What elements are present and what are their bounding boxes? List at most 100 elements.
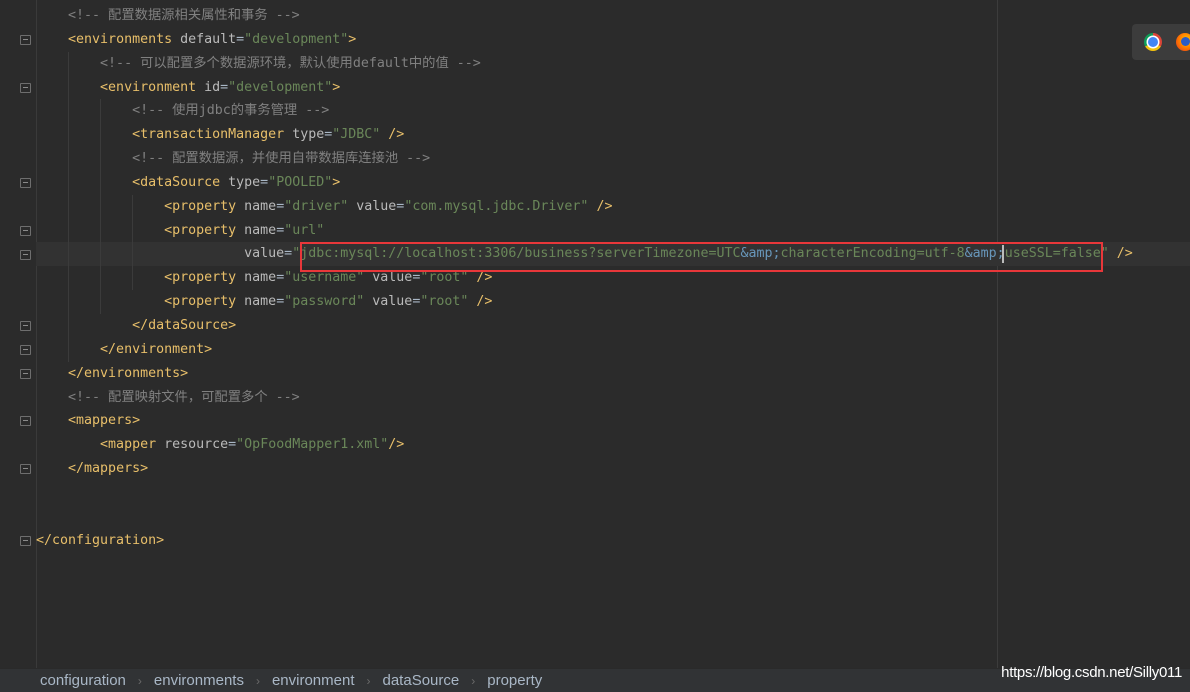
code-line[interactable] [36,505,1190,529]
code-token: <mapper [100,437,157,453]
open-in-browser-popup [1132,24,1190,60]
code-token: type [220,174,261,190]
code-line[interactable]: <!-- 配置数据源，并使用自带数据库连接池 --> [36,147,1190,171]
code-token: "root" [420,294,469,310]
code-token: "driver" [284,198,349,214]
code-token: <dataSource [132,174,221,190]
code-token: <property [164,198,237,214]
code-token: type [284,127,325,143]
fold-toggle-icon[interactable] [20,321,31,332]
fold-toggle-icon[interactable] [20,225,31,236]
code-line[interactable]: <transactionManager type="JDBC" /> [36,123,1190,147]
code-token: "JDBC" [332,127,381,143]
code-token: value [364,270,413,286]
code-token: <!-- 配置映射文件，可配置多个 --> [68,389,300,405]
fold-toggle-icon[interactable] [20,464,31,475]
code-token: <transactionManager [132,127,285,143]
highlight-annotation-box [300,242,1103,272]
code-token: = [276,222,285,238]
code-line[interactable]: <!-- 使用jdbc的事务管理 --> [36,99,1190,123]
fold-toggle-icon[interactable] [20,82,31,93]
editor-gutter [0,0,36,668]
code-token: "root" [420,270,469,286]
code-token: "development" [228,79,333,95]
code-line[interactable]: <!-- 配置映射文件，可配置多个 --> [36,386,1190,410]
breadcrumb-item-environments[interactable]: environments [154,672,244,689]
code-line[interactable]: <property name="url" [36,219,1190,243]
code-token: <property [164,270,237,286]
code-token: > [332,79,341,95]
code-token: </mappers> [68,461,149,477]
fold-toggle-icon[interactable] [20,34,31,45]
code-token: > [348,31,357,47]
code-line[interactable]: <!-- 配置数据源相关属性和事务 --> [36,4,1190,28]
code-line[interactable]: </environments> [36,362,1190,386]
code-token: value [348,198,397,214]
code-line[interactable]: </dataSource> [36,314,1190,338]
code-token: "url" [284,222,325,238]
fold-toggle-icon[interactable] [20,416,31,427]
code-token: /> [1108,246,1133,262]
chevron-right-icon: › [137,673,142,688]
fold-toggle-icon[interactable] [20,368,31,379]
code-token: = [236,31,245,47]
code-token: </dataSource> [132,317,237,333]
chevron-right-icon: › [255,673,260,688]
code-token: value [364,294,413,310]
code-token: = [276,270,285,286]
code-token: /> [388,437,405,453]
code-line[interactable]: <dataSource type="POOLED"> [36,171,1190,195]
code-line[interactable]: <mapper resource="OpFoodMapper1.xml"/> [36,433,1190,457]
fold-toggle-icon[interactable] [20,249,31,260]
code-token: = [220,79,229,95]
code-token: name [236,222,277,238]
code-line[interactable]: <environment id="development"> [36,76,1190,100]
firefox-icon[interactable] [1176,33,1190,51]
breadcrumb-item-environment[interactable]: environment [272,672,355,689]
fold-toggle-icon[interactable] [20,344,31,355]
code-token: <environments [68,31,173,47]
code-line[interactable]: <property name="driver" value="com.mysql… [36,195,1190,219]
code-token: </configuration> [36,532,165,548]
fold-toggle-icon[interactable] [20,177,31,188]
code-line[interactable] [36,481,1190,505]
code-token: "POOLED" [268,174,333,190]
code-line[interactable]: <environments default="development"> [36,28,1190,52]
fold-toggle-icon[interactable] [20,535,31,546]
code-token: > [332,174,341,190]
code-token: = [284,246,293,262]
code-token: "OpFoodMapper1.xml" [236,437,389,453]
code-token: "development" [244,31,349,47]
code-token: resource [156,437,229,453]
code-line[interactable]: <property name="password" value="root" /… [36,290,1190,314]
breadcrumb-item-configuration[interactable]: configuration [40,672,126,689]
code-token: name [236,270,277,286]
code-token: id [196,79,221,95]
watermark: https://blog.csdn.net/Silly011 [1001,664,1182,681]
code-token: <!-- 使用jdbc的事务管理 --> [132,103,330,119]
chevron-right-icon: › [471,673,476,688]
code-token: value [244,246,285,262]
code-line[interactable]: </environment> [36,338,1190,362]
indent-guide [132,194,133,291]
code-token: <mappers> [68,413,141,429]
code-token: "com.mysql.jdbc.Driver" [404,198,589,214]
code-line[interactable]: <mappers> [36,409,1190,433]
code-token: "password" [284,294,365,310]
text-caret [1002,245,1004,263]
code-token: = [276,198,285,214]
code-token: <property [164,294,237,310]
chrome-icon[interactable] [1144,33,1162,51]
code-editor[interactable]: <!-- 配置数据源相关属性和事务 --> <environments defa… [36,4,1190,552]
breadcrumb-item-datasource[interactable]: dataSource [383,672,460,689]
code-token: = [276,294,285,310]
code-token: /> [468,270,493,286]
code-token: = [260,174,269,190]
code-line[interactable]: </configuration> [36,529,1190,553]
code-token: <!-- 配置数据源相关属性和事务 --> [68,8,300,23]
breadcrumb-item-property[interactable]: property [487,672,542,689]
code-line[interactable]: </mappers> [36,457,1190,481]
code-token: /> [588,198,613,214]
code-line[interactable]: <!-- 可以配置多个数据源环境，默认使用default中的值 --> [36,52,1190,76]
code-token: /> [380,127,405,143]
